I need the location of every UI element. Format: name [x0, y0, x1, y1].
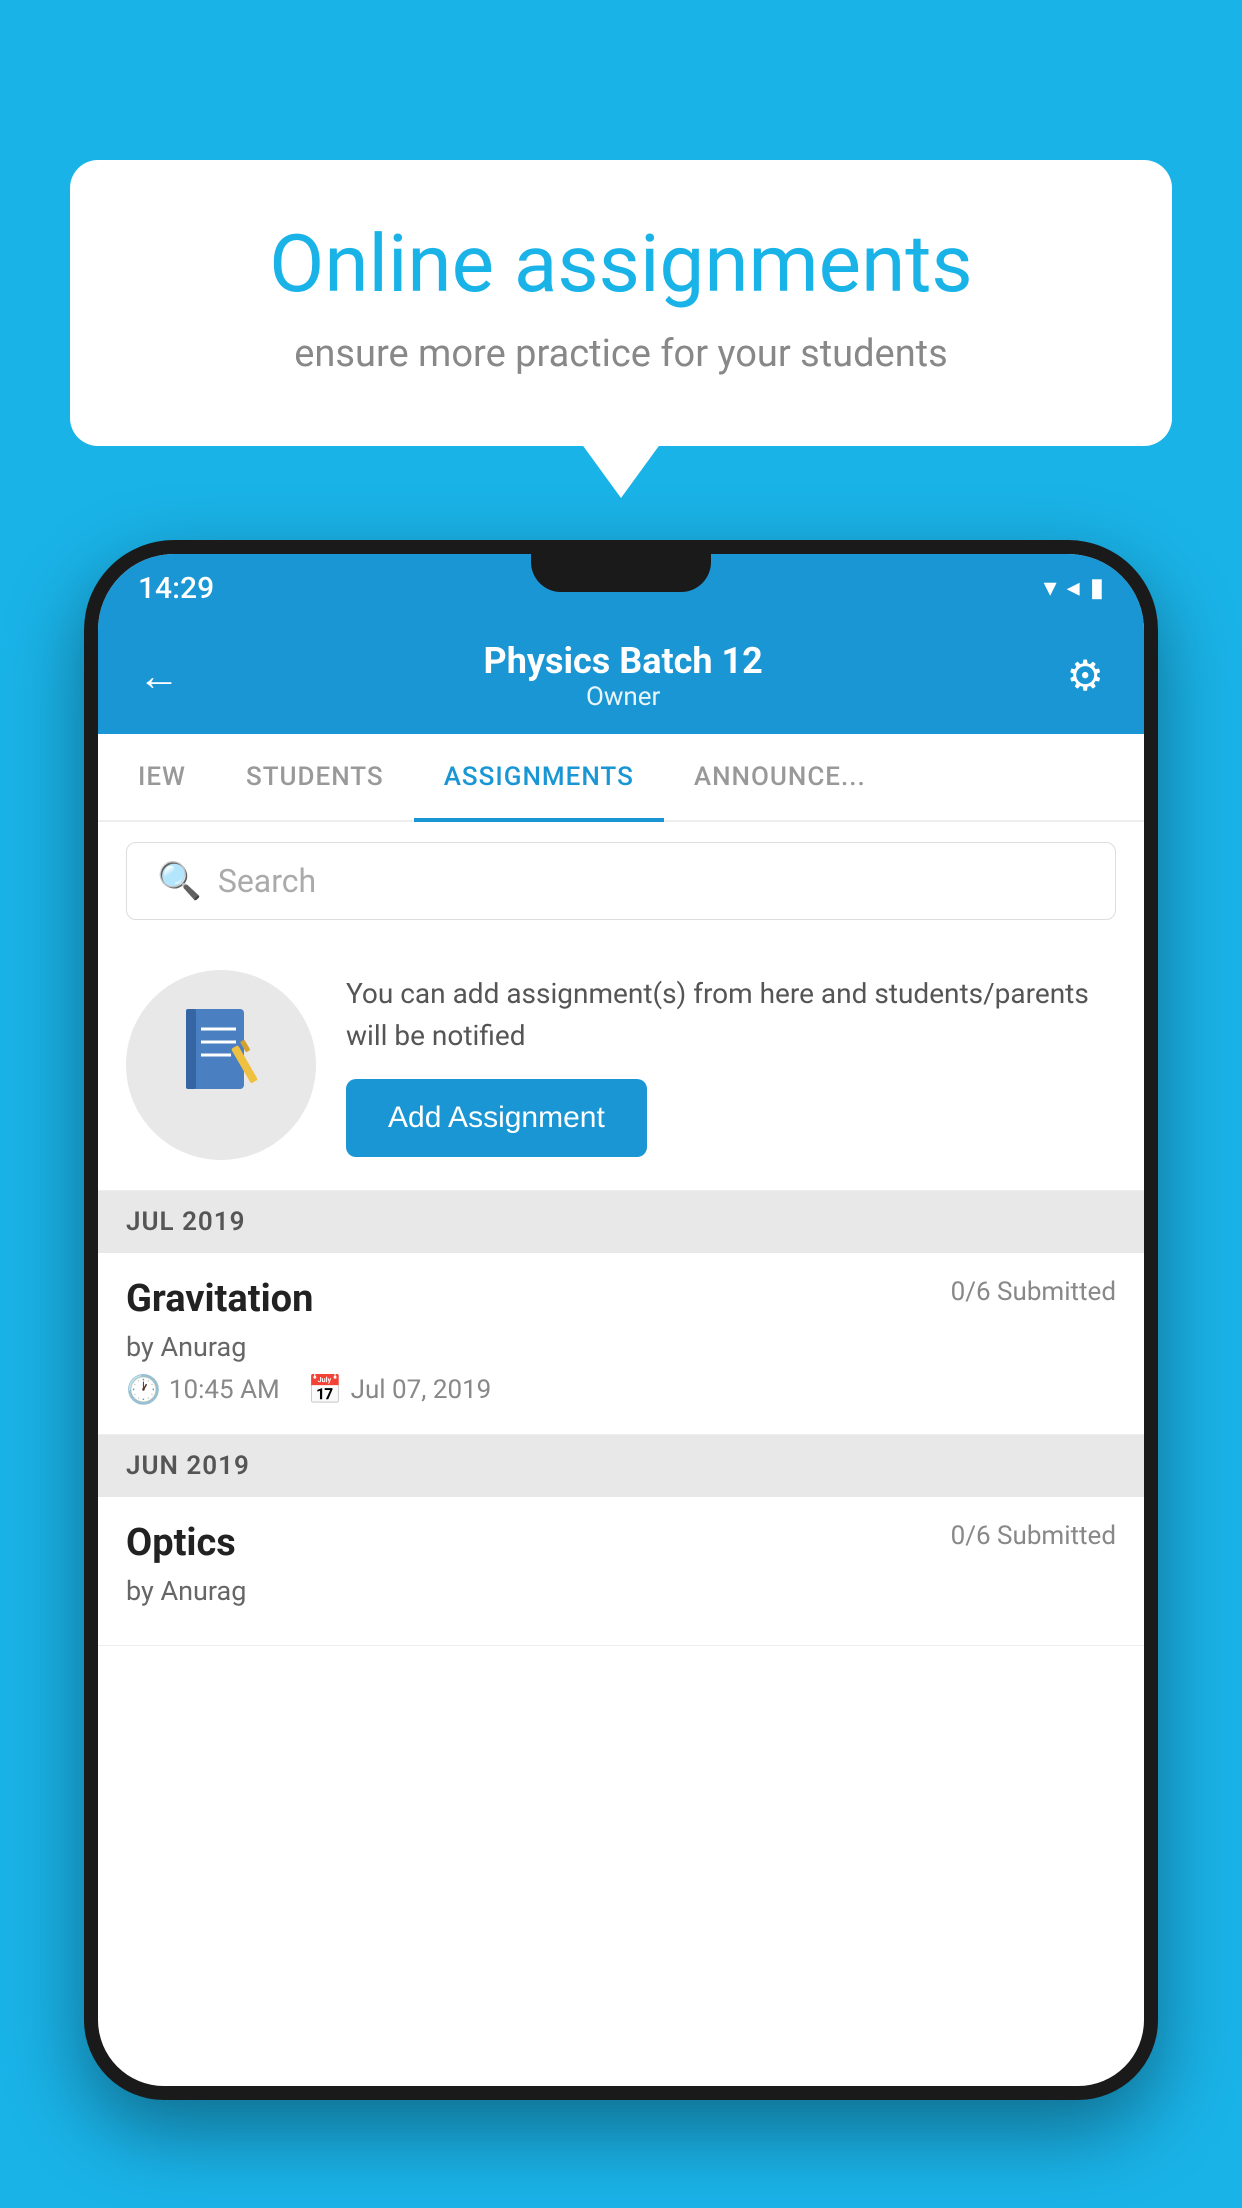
assignment-header: Gravitation 0/6 Submitted — [126, 1277, 1116, 1321]
assignment-header-optics: Optics 0/6 Submitted — [126, 1521, 1116, 1565]
speech-bubble-container: Online assignments ensure more practice … — [70, 160, 1172, 446]
header-subtitle: Owner — [484, 682, 763, 712]
tab-announcements[interactable]: ANNOUNCE... — [664, 734, 896, 820]
tab-iew[interactable]: IEW — [108, 734, 216, 820]
battery-icon: ▮ — [1090, 573, 1104, 603]
assignment-item-gravitation[interactable]: Gravitation 0/6 Submitted by Anurag 🕐 10… — [98, 1253, 1144, 1435]
phone-container: 14:29 ▾ ◂ ▮ ← Physics Batch 12 Owner ⚙ — [84, 540, 1158, 2208]
tab-students[interactable]: STUDENTS — [216, 734, 414, 820]
header-center: Physics Batch 12 Owner — [484, 640, 763, 712]
app-header: ← Physics Batch 12 Owner ⚙ — [98, 622, 1144, 734]
assignment-date: 📅 Jul 07, 2019 — [308, 1373, 492, 1406]
search-container: 🔍 Search — [98, 822, 1144, 940]
assignment-author-optics: by Anurag — [126, 1575, 1116, 1607]
header-title: Physics Batch 12 — [484, 640, 763, 682]
assignment-author: by Anurag — [126, 1331, 1116, 1363]
search-placeholder: Search — [218, 862, 316, 900]
clock-icon: 🕐 — [126, 1373, 161, 1406]
search-icon: 🔍 — [157, 860, 202, 902]
notebook-icon — [176, 1004, 266, 1126]
status-time: 14:29 — [138, 571, 214, 606]
assignment-time: 🕐 10:45 AM — [126, 1373, 280, 1406]
promo-text: You can add assignment(s) from here and … — [346, 973, 1116, 1057]
phone-outer: 14:29 ▾ ◂ ▮ ← Physics Batch 12 Owner ⚙ — [84, 540, 1158, 2100]
tabs-container: IEW STUDENTS ASSIGNMENTS ANNOUNCE... — [98, 734, 1144, 822]
speech-bubble-subtitle: ensure more practice for your students — [140, 332, 1102, 376]
assignment-submitted-optics: 0/6 Submitted — [951, 1521, 1116, 1551]
add-assignment-button[interactable]: Add Assignment — [346, 1079, 647, 1157]
month-header-jun: JUN 2019 — [98, 1435, 1144, 1497]
wifi-icon: ▾ — [1044, 573, 1057, 603]
assignment-submitted: 0/6 Submitted — [951, 1277, 1116, 1307]
settings-icon[interactable]: ⚙ — [1066, 651, 1104, 701]
signal-icon: ◂ — [1067, 573, 1080, 603]
phone-screen: 14:29 ▾ ◂ ▮ ← Physics Batch 12 Owner ⚙ — [98, 554, 1144, 2086]
assignment-name-optics: Optics — [126, 1521, 236, 1565]
promo-content: You can add assignment(s) from here and … — [346, 973, 1116, 1157]
speech-bubble-title: Online assignments — [140, 220, 1102, 308]
assignment-meta: 🕐 10:45 AM 📅 Jul 07, 2019 — [126, 1373, 1116, 1406]
assignment-name: Gravitation — [126, 1277, 313, 1321]
promo-section: You can add assignment(s) from here and … — [98, 940, 1144, 1191]
phone-notch — [531, 540, 711, 592]
speech-bubble: Online assignments ensure more practice … — [70, 160, 1172, 446]
calendar-icon: 📅 — [308, 1373, 343, 1406]
back-button[interactable]: ← — [138, 652, 180, 701]
promo-icon-circle — [126, 970, 316, 1160]
search-input[interactable]: 🔍 Search — [126, 842, 1116, 920]
month-header-jul: JUL 2019 — [98, 1191, 1144, 1253]
status-icons: ▾ ◂ ▮ — [1044, 573, 1104, 603]
tab-assignments[interactable]: ASSIGNMENTS — [414, 734, 664, 820]
assignment-item-optics[interactable]: Optics 0/6 Submitted by Anurag — [98, 1497, 1144, 1646]
